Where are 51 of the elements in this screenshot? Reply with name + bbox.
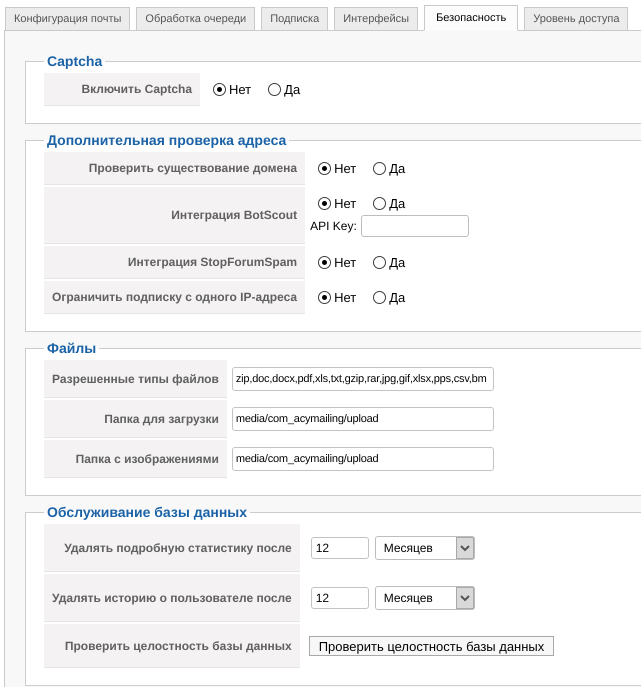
radio-button[interactable] [318, 291, 332, 304]
api-key-field[interactable] [360, 215, 469, 237]
radio-label: Нет [334, 290, 356, 305]
text-field[interactable]: media/com_acymailing/upload [232, 407, 494, 431]
radio-label: Нет [334, 255, 356, 270]
tab[interactable]: Безопасность [424, 5, 518, 31]
radio-label: Нет [334, 196, 356, 211]
group-title: Дополнительная проверка адреса [46, 132, 288, 148]
setting-label: Проверить целостность базы данных [44, 624, 300, 668]
field-label: API Key: [310, 218, 357, 235]
radio-button[interactable] [373, 291, 386, 304]
radio-label: Да [389, 196, 406, 211]
setting-label: Интеграция BotScout [44, 187, 306, 244]
setting-label: Разрешенные типы файлов [44, 360, 227, 398]
radio-label: Нет [229, 82, 252, 97]
setting-label: Интеграция StopForumSpam [44, 246, 306, 279]
radio-button[interactable] [213, 83, 226, 96]
setting-label: Проверить существование домена [44, 152, 306, 185]
group-title: Файлы [46, 340, 98, 356]
tab[interactable]: Подписка [261, 7, 328, 31]
setting-label: Папка с изображениями [44, 440, 227, 478]
setting-label: Удалять подробную статистику после [44, 524, 300, 572]
radio-button[interactable] [373, 162, 386, 175]
setting-label: Удалять историю о пользователе после [44, 574, 300, 622]
month-select[interactable]: Месяцев [374, 586, 475, 610]
tab[interactable]: Уровень доступа [524, 7, 628, 31]
radio-label: Нет [334, 161, 356, 176]
radio-label: Да [389, 161, 406, 176]
month-select[interactable]: Месяцев [374, 536, 475, 560]
number-field[interactable]: 12 [310, 587, 369, 609]
radio-label: Да [389, 290, 406, 305]
setting-label: Ограничить подписку с одного IP-адреса [44, 281, 306, 314]
group-title: Обслуживание базы данных [46, 504, 248, 520]
radio-button[interactable] [268, 83, 282, 96]
radio-button[interactable] [373, 197, 386, 210]
radio-button[interactable] [318, 197, 332, 210]
radio-button[interactable] [318, 162, 332, 175]
setting-label: Включить Captcha [44, 73, 200, 106]
tab[interactable]: Интерфейсы [334, 7, 418, 31]
radio-label: Да [284, 82, 300, 97]
group-title: Captcha [46, 53, 104, 69]
action-button[interactable]: Проверить целостность базы данных [308, 636, 554, 656]
radio-button[interactable] [318, 256, 332, 269]
text-field[interactable]: media/com_acymailing/upload [232, 447, 494, 471]
radio-label: Да [389, 255, 406, 270]
setting-label: Папка для загрузки [44, 400, 227, 438]
text-field[interactable]: zip,doc,docx,pdf,xls,txt,gzip,rar,jpg,gif,xlsx,pps,csv,bm [232, 367, 494, 391]
tab[interactable]: Обработка очереди [136, 7, 256, 31]
tab[interactable]: Конфигурация почты [5, 7, 130, 31]
radio-button[interactable] [373, 256, 386, 269]
number-field[interactable]: 12 [310, 537, 369, 559]
